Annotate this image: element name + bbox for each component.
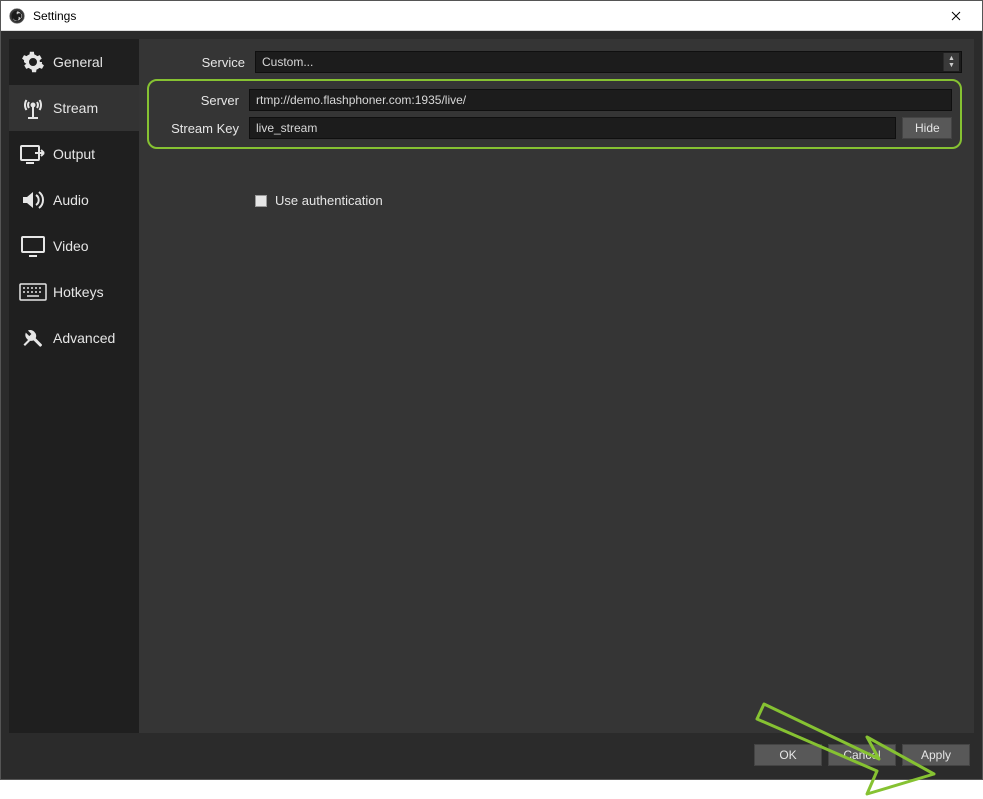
sidebar-item-audio[interactable]: Audio: [9, 177, 139, 223]
streamkey-row: Stream Key Hide: [149, 117, 952, 139]
window-body: General Stream: [1, 31, 982, 779]
sidebar-item-label: Audio: [53, 192, 89, 208]
main-panel: Service Custom... ▲▼ Server: [139, 39, 974, 733]
auth-label: Use authentication: [275, 193, 383, 208]
sidebar-item-video[interactable]: Video: [9, 223, 139, 269]
server-row: Server: [149, 89, 952, 111]
sidebar-item-label: Output: [53, 146, 95, 162]
service-row: Service Custom... ▲▼: [155, 51, 962, 73]
close-button[interactable]: [934, 2, 978, 30]
auth-checkbox[interactable]: [255, 195, 267, 207]
output-icon: [19, 142, 47, 166]
titlebar: Settings: [1, 1, 982, 31]
sidebar-item-advanced[interactable]: Advanced: [9, 315, 139, 361]
highlight-annotation: Server Stream Key Hide: [147, 79, 962, 149]
service-value: Custom...: [262, 55, 313, 69]
ok-button[interactable]: OK: [754, 744, 822, 766]
service-label: Service: [155, 55, 255, 70]
sidebar-item-label: Stream: [53, 100, 98, 116]
service-select[interactable]: Custom... ▲▼: [255, 51, 962, 73]
content-area: General Stream: [9, 39, 974, 733]
server-input[interactable]: [249, 89, 952, 111]
sidebar-item-label: Hotkeys: [53, 284, 104, 300]
gear-icon: [19, 50, 47, 74]
auth-row: Use authentication: [255, 193, 962, 208]
sidebar-item-general[interactable]: General: [9, 39, 139, 85]
keyboard-icon: [19, 280, 47, 304]
sidebar-item-label: Advanced: [53, 330, 115, 346]
sidebar-item-stream[interactable]: Stream: [9, 85, 139, 131]
settings-window: Settings General: [0, 0, 983, 780]
server-label: Server: [149, 93, 249, 108]
obs-logo-icon: [9, 8, 25, 24]
sidebar: General Stream: [9, 39, 139, 733]
hide-button[interactable]: Hide: [902, 117, 952, 139]
antenna-icon: [19, 96, 47, 120]
window-title: Settings: [33, 9, 76, 23]
sidebar-item-output[interactable]: Output: [9, 131, 139, 177]
tools-icon: [19, 326, 47, 350]
apply-button[interactable]: Apply: [902, 744, 970, 766]
speaker-icon: [19, 188, 47, 212]
streamkey-input[interactable]: [249, 117, 896, 139]
sidebar-item-label: Video: [53, 238, 89, 254]
monitor-icon: [19, 234, 47, 258]
streamkey-label: Stream Key: [149, 121, 249, 136]
sidebar-item-hotkeys[interactable]: Hotkeys: [9, 269, 139, 315]
footer: OK Cancel Apply: [9, 739, 974, 771]
select-spinner-icon: ▲▼: [943, 53, 959, 71]
sidebar-item-label: General: [53, 54, 103, 70]
cancel-button[interactable]: Cancel: [828, 744, 896, 766]
